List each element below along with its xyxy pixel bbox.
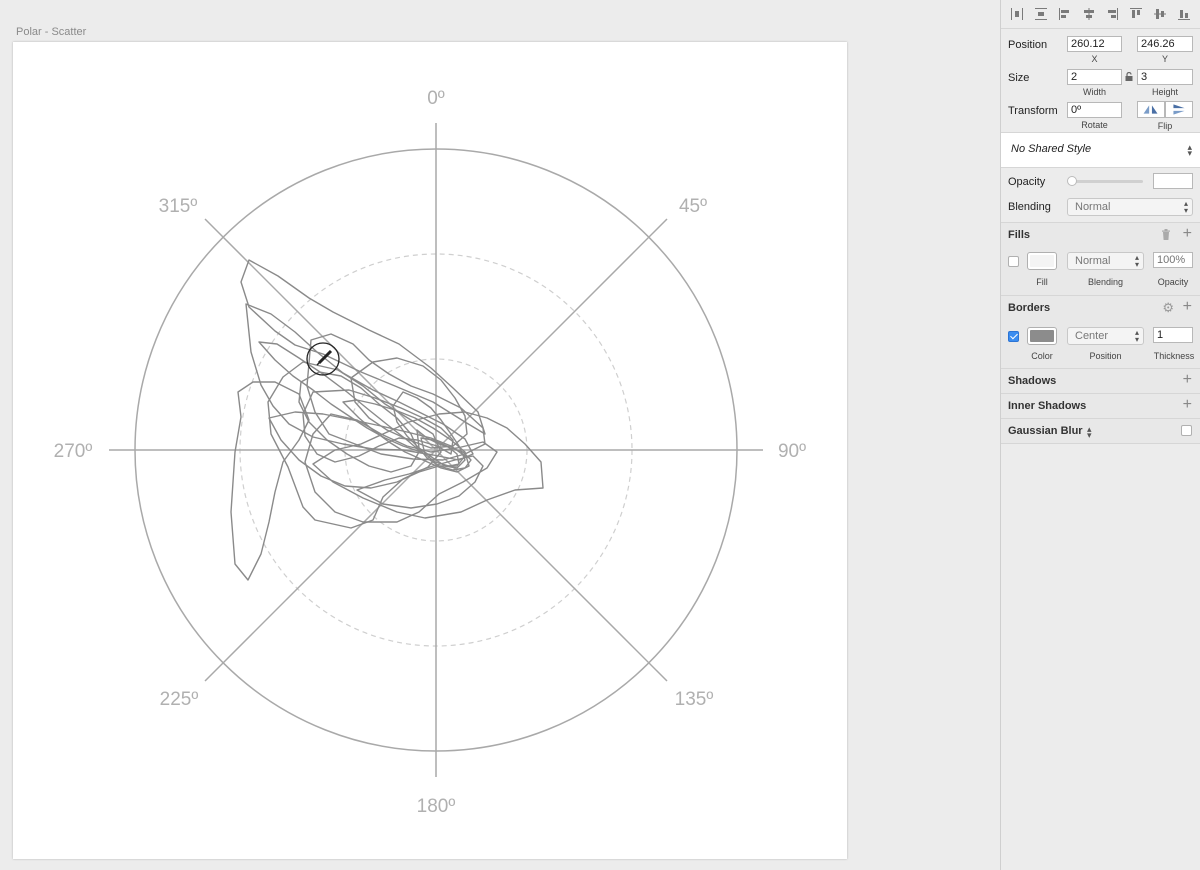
borders-header[interactable]: Borders ⚙ + xyxy=(1001,295,1200,320)
border-thickness-sub: Thickness xyxy=(1153,351,1195,361)
align-top-icon[interactable] xyxy=(1129,7,1143,21)
opacity-slider-thumb[interactable] xyxy=(1067,176,1077,186)
border-color-swatch[interactable] xyxy=(1027,327,1057,345)
rotate-sub: Rotate xyxy=(1081,120,1108,130)
opacity-slider[interactable] xyxy=(1067,176,1143,186)
fill-sub: Fill xyxy=(1036,277,1048,287)
position-label: Position xyxy=(1008,39,1048,51)
position-row: Position X Y xyxy=(1001,29,1200,64)
transform-label: Transform xyxy=(1008,105,1058,117)
fill-item-row: Normal ▴▾ Fill Blending Opacity xyxy=(1001,247,1200,295)
distribute-vertical-icon[interactable] xyxy=(1034,7,1048,21)
flip-horizontal-button[interactable] xyxy=(1137,101,1165,118)
flip-vertical-button[interactable] xyxy=(1165,101,1193,118)
alignment-toolbar xyxy=(1001,0,1200,29)
blending-row: Blending Normal ▴ ▾ xyxy=(1001,194,1200,222)
position-x-input[interactable] xyxy=(1067,36,1122,52)
flip-horizontal-icon xyxy=(1143,105,1158,114)
gaussian-blur-title[interactable]: Gaussian Blur xyxy=(1008,425,1083,437)
height-input[interactable] xyxy=(1137,69,1193,85)
borders-title: Borders xyxy=(1008,302,1051,314)
angle-label-225: 225º xyxy=(160,689,199,710)
inner-shadows-header[interactable]: Inner Shadows + xyxy=(1001,393,1200,418)
fill-opacity-input[interactable] xyxy=(1153,252,1193,268)
flip-vertical-icon xyxy=(1173,104,1185,115)
opacity-input[interactable] xyxy=(1153,173,1193,189)
polar-scatter-graphic[interactable]: 0º 45º 90º 135º 180º 225º 270º 315º xyxy=(13,42,847,859)
fill-color-swatch[interactable] xyxy=(1027,252,1057,270)
gaussian-blur-header[interactable]: Gaussian Blur ▴ ▾ xyxy=(1001,418,1200,444)
opacity-label: Opacity xyxy=(1008,176,1046,188)
transform-row: Transform Rotate Flip xyxy=(1001,96,1200,132)
align-left-icon[interactable] xyxy=(1058,7,1072,21)
rotate-input[interactable] xyxy=(1067,102,1122,118)
angle-label-270: 270º xyxy=(54,441,93,462)
gaussian-blur-checkbox[interactable] xyxy=(1181,425,1192,436)
angle-label-180: 180º xyxy=(417,796,456,817)
blending-select[interactable]: Normal ▴ ▾ xyxy=(1067,198,1193,216)
shadows-header[interactable]: Shadows + xyxy=(1001,368,1200,393)
artboard-title[interactable]: Polar - Scatter xyxy=(16,26,86,38)
shared-style-value: No Shared Style xyxy=(1011,143,1092,155)
angle-label-315: 315º xyxy=(159,196,198,217)
angle-label-135: 135º xyxy=(675,689,714,710)
border-thickness-input[interactable] xyxy=(1153,327,1193,343)
border-position-sub: Position xyxy=(1089,351,1122,361)
inner-shadows-title: Inner Shadows xyxy=(1008,400,1087,412)
border-color-sub: Color xyxy=(1031,351,1053,361)
gear-icon[interactable]: ⚙ xyxy=(1162,301,1174,314)
scribble-shape xyxy=(240,259,486,435)
add-inner-shadow-icon[interactable]: + xyxy=(1183,397,1192,413)
inspector-panel: Position X Y Size Width Height Transform… xyxy=(1000,0,1200,870)
fills-header[interactable]: Fills + xyxy=(1001,222,1200,247)
border-position-select[interactable]: Center ▴ ▾ xyxy=(1067,327,1144,345)
fill-blending-sub: Blending xyxy=(1087,277,1124,287)
border-item-row: Center ▴▾ Color Position Thickness xyxy=(1001,320,1200,368)
blending-select-value: Normal xyxy=(1075,201,1111,213)
fill-blending-select[interactable]: Normal ▴ ▾ xyxy=(1067,252,1144,270)
angle-label-45: 45º xyxy=(679,196,707,217)
trash-icon[interactable] xyxy=(1161,229,1171,243)
distribute-horizontal-icon[interactable] xyxy=(1010,7,1024,21)
fill-opacity-sub: Opacity xyxy=(1157,277,1189,287)
align-right-icon[interactable] xyxy=(1105,7,1119,21)
artboard[interactable]: 0º 45º 90º 135º 180º 225º 270º 315º xyxy=(13,42,847,859)
position-y-input[interactable] xyxy=(1137,36,1193,52)
border-position-value: Center xyxy=(1075,330,1109,342)
size-row: Size Width Height xyxy=(1001,63,1200,97)
chevron-updown-icon: ▴ ▾ xyxy=(1134,328,1139,344)
border-enabled-checkbox[interactable] xyxy=(1008,331,1019,342)
chevron-updown-icon: ▴ ▾ xyxy=(1187,142,1192,158)
blending-label: Blending xyxy=(1008,201,1051,213)
align-bottom-icon[interactable] xyxy=(1177,7,1191,21)
scatter-scribbles xyxy=(230,259,544,581)
fill-enabled-checkbox[interactable] xyxy=(1008,256,1019,267)
canvas[interactable]: Polar - Scatter 0º 45º 90º 135º 180º 225… xyxy=(0,0,1000,870)
flip-sub: Flip xyxy=(1157,121,1173,131)
lock-icon[interactable] xyxy=(1125,71,1133,81)
shared-style-select[interactable]: No Shared Style ▴ ▾ xyxy=(1001,132,1200,168)
chevron-updown-icon: ▴ ▾ xyxy=(1134,253,1139,269)
chevron-updown-icon: ▴ ▾ xyxy=(1183,199,1188,215)
align-center-horizontal-icon[interactable] xyxy=(1082,7,1096,21)
fills-title: Fills xyxy=(1008,229,1031,241)
add-border-icon[interactable]: + xyxy=(1183,299,1192,315)
size-label: Size xyxy=(1008,72,1030,84)
align-center-vertical-icon[interactable] xyxy=(1153,7,1167,21)
fill-blending-value: Normal xyxy=(1075,255,1111,267)
angle-label-90: 90º xyxy=(778,441,806,462)
chevron-updown-icon[interactable]: ▴ ▾ xyxy=(1087,425,1092,440)
angle-label-0: 0º xyxy=(427,88,445,109)
width-input[interactable] xyxy=(1067,69,1122,85)
add-shadow-icon[interactable]: + xyxy=(1183,372,1192,388)
add-fill-icon[interactable]: + xyxy=(1183,226,1192,242)
shadows-title: Shadows xyxy=(1008,375,1057,387)
opacity-row: Opacity xyxy=(1001,168,1200,194)
